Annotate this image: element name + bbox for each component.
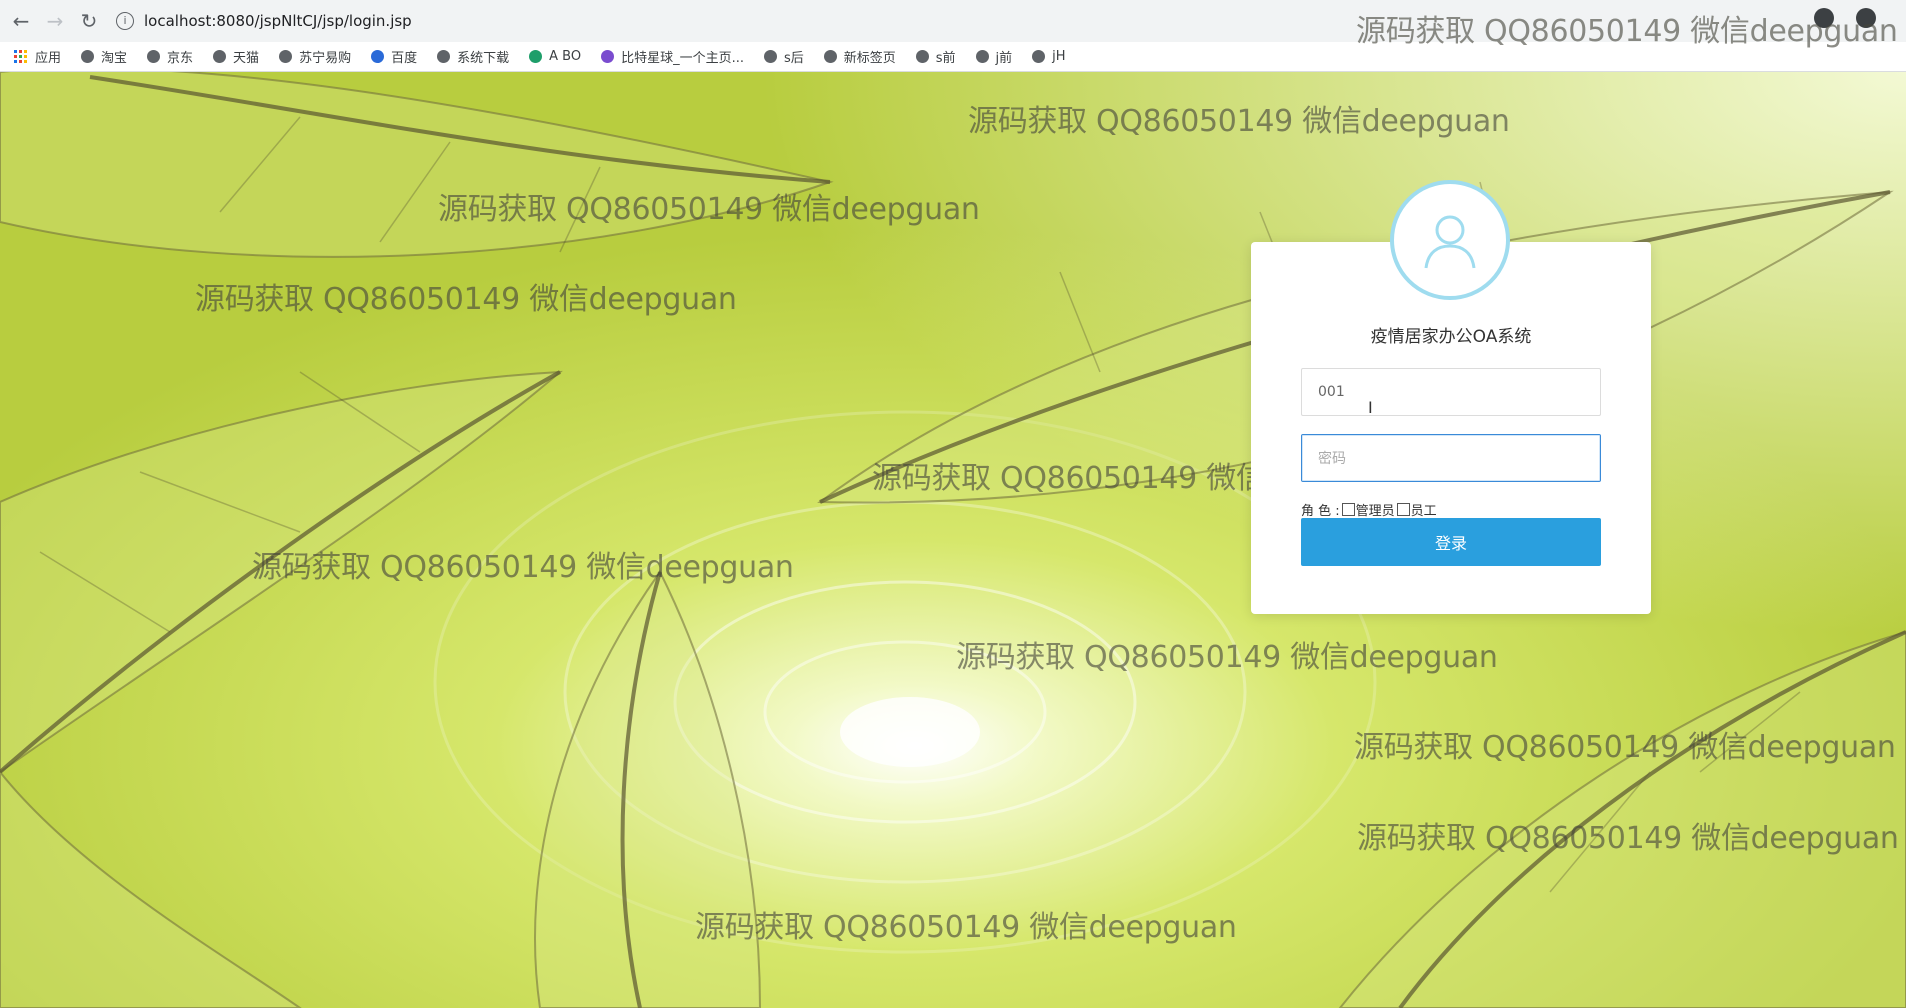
watermark-text: 源码获取 QQ86050149 微信deepguan bbox=[968, 104, 1510, 139]
site-info-icon[interactable]: i bbox=[116, 12, 134, 30]
role-selector: 角 色 : 管理员 员工 bbox=[1301, 500, 1437, 519]
bookmark-item[interactable]: A BO bbox=[529, 49, 581, 64]
bookmark-apps[interactable]: 应用 bbox=[14, 47, 61, 66]
role-label: 角 色 : bbox=[1301, 504, 1340, 519]
bookmark-item[interactable]: j前 bbox=[975, 47, 1012, 66]
url-text: localhost:8080/jspNltCJ/jsp/login.jsp bbox=[144, 12, 412, 30]
globe-icon bbox=[915, 50, 929, 63]
username-field[interactable]: 001 bbox=[1301, 368, 1601, 416]
globe-icon bbox=[213, 50, 227, 63]
paw-icon bbox=[371, 50, 385, 63]
text-cursor-icon: I bbox=[1368, 398, 1373, 417]
staff-label[interactable]: 员工 bbox=[1411, 500, 1437, 519]
bookmark-item[interactable]: jH bbox=[1032, 49, 1066, 64]
reload-icon[interactable]: ↻ bbox=[76, 8, 102, 34]
globe-icon bbox=[763, 50, 777, 63]
globe-icon bbox=[147, 50, 161, 63]
bookmark-item[interactable]: s前 bbox=[915, 47, 956, 66]
login-button[interactable]: 登录 bbox=[1301, 518, 1601, 566]
watermark-text: 源码获取 QQ86050149 微信deepguan bbox=[1357, 821, 1899, 856]
leaf-icon bbox=[529, 50, 543, 63]
globe-icon bbox=[975, 50, 989, 63]
watermark-text: 源码获取 QQ86050149 微信deepguan bbox=[1354, 730, 1896, 765]
user-icon bbox=[1424, 215, 1476, 269]
bookmark-item[interactable]: 新标签页 bbox=[823, 47, 896, 66]
watermark-text: 源码获取 QQ86050149 微信deepguan bbox=[695, 910, 1237, 945]
bookmark-item[interactable]: 淘宝 bbox=[81, 47, 127, 66]
user-avatar bbox=[1390, 180, 1510, 300]
back-icon[interactable]: ← bbox=[8, 8, 34, 34]
username-value: 001 bbox=[1318, 384, 1345, 400]
globe-icon bbox=[81, 50, 95, 63]
password-placeholder: 密码 bbox=[1318, 451, 1346, 467]
admin-label[interactable]: 管理员 bbox=[1356, 500, 1395, 519]
password-field[interactable]: 密码 bbox=[1301, 434, 1601, 482]
watermark-text: 源码获取 QQ86050149 微信deepguan bbox=[438, 192, 980, 227]
bookmark-item[interactable]: 天猫 bbox=[213, 47, 259, 66]
globe-icon bbox=[1032, 50, 1046, 63]
globe-icon bbox=[823, 50, 837, 63]
staff-checkbox[interactable] bbox=[1396, 503, 1410, 516]
bookmark-item[interactable]: s后 bbox=[763, 47, 804, 66]
globe-icon bbox=[279, 50, 293, 63]
bookmark-item[interactable]: 比特星球_一个主页... bbox=[601, 47, 744, 66]
globe-icon bbox=[437, 50, 451, 63]
watermark-text: 源码获取 QQ86050149 微信deepguan bbox=[195, 282, 737, 317]
planet-icon bbox=[601, 50, 615, 63]
forward-icon[interactable]: → bbox=[42, 8, 68, 34]
system-title: 疫情居家办公OA系统 bbox=[1370, 327, 1532, 347]
address-bar[interactable]: i localhost:8080/jspNltCJ/jsp/login.jsp bbox=[112, 6, 1452, 36]
watermark-text: 源码获取 QQ86050149 微信deepguan bbox=[956, 640, 1498, 675]
apps-grid-icon bbox=[14, 49, 28, 64]
bookmark-item[interactable]: 京东 bbox=[147, 47, 193, 66]
admin-checkbox[interactable] bbox=[1341, 503, 1355, 516]
watermark-text: 源码获取 QQ86050149 微信deepguan bbox=[252, 550, 794, 585]
bookmark-item[interactable]: 苏宁易购 bbox=[279, 47, 351, 66]
watermark-text: 源码获取 QQ86050149 微信deepguan bbox=[1356, 14, 1898, 49]
bookmark-item[interactable]: 系统下载 bbox=[437, 47, 509, 66]
bookmark-item[interactable]: 百度 bbox=[371, 47, 417, 66]
